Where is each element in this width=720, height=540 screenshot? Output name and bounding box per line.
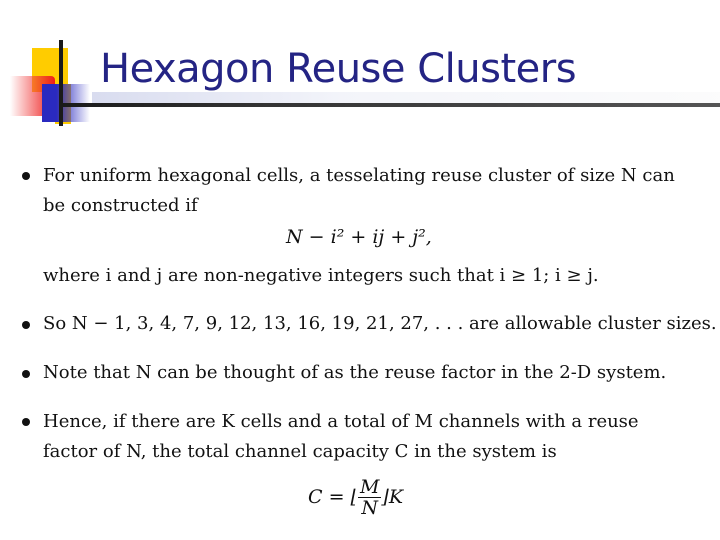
bullet-4-line-1: Hence, if there are K cells and a total …	[43, 411, 639, 432]
bullet-2-line-1: So N − 1, 3, 4, 7, 9, 12, 13, 16, 19, 21…	[43, 313, 717, 334]
bullet-4-line-2: factor of N, the total channel capacity …	[43, 441, 557, 462]
bullet-dot	[22, 172, 30, 180]
bullet-dot	[22, 418, 30, 426]
capacity-fraction: MN	[357, 476, 382, 519]
logo-vertical-line	[59, 40, 63, 126]
fraction-numerator: M	[357, 476, 382, 498]
bullet-dot	[22, 321, 30, 329]
fraction-denominator: N	[361, 497, 378, 519]
capacity-equation-rhs: ⌋K	[381, 486, 404, 508]
bullet-1-line-2: be constructed if	[43, 195, 198, 216]
bullet-dot	[22, 370, 30, 378]
capacity-equation-lhs: C = ⌊	[308, 486, 358, 508]
bullet-1-line-3: where i and j are non-negative integers …	[43, 265, 599, 286]
slide-logo-decoration	[0, 0, 100, 130]
title-underline-bar	[60, 103, 720, 107]
title-underline-shadow	[92, 92, 720, 103]
bullet-1-line-1: For uniform hexagonal cells, a tesselati…	[43, 165, 675, 186]
bullet-3-line-1: Note that N can be thought of as the reu…	[43, 362, 667, 383]
cluster-size-equation: N − i² + ij + j²,	[286, 226, 432, 248]
capacity-equation: C = ⌊ M N ⌋K	[308, 478, 403, 518]
slide-title: Hexagon Reuse Clusters	[100, 46, 577, 92]
